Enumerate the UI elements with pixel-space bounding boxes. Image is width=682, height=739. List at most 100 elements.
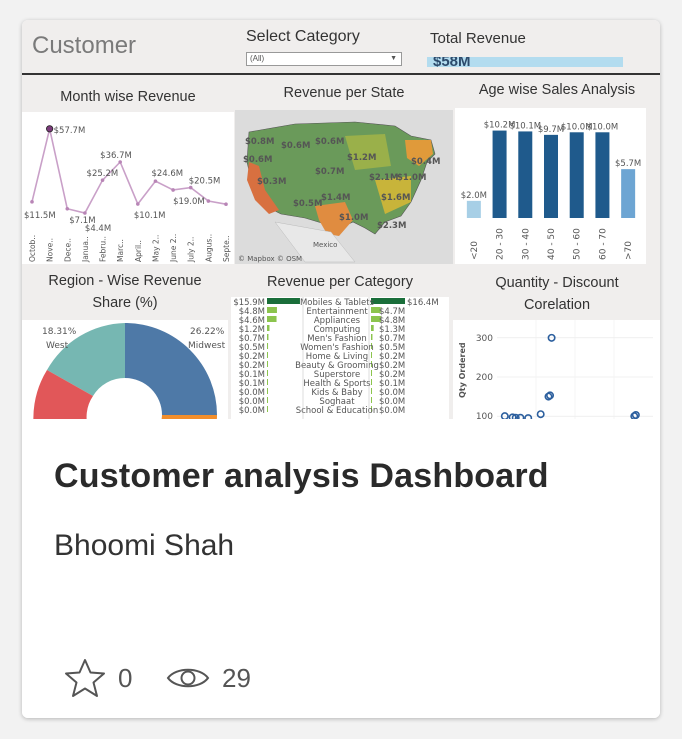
- month-tick-label: Dece..: [63, 238, 72, 262]
- age-tick-label: 60 - 70: [598, 228, 608, 260]
- month-point: [30, 200, 34, 204]
- month-tick-label: Augus..: [204, 234, 213, 262]
- month-tick-label: April..: [134, 240, 143, 262]
- state-value-label: $0.7M: [315, 167, 344, 177]
- state-revenue-title: Revenue per State: [283, 85, 405, 101]
- qty-title-line2: Corelation: [523, 297, 591, 313]
- month-tick-label: June 2..: [169, 234, 178, 263]
- month-value-label: $11.5M: [24, 211, 56, 221]
- age-value-label: $2.0M: [461, 191, 487, 201]
- select-category-label: Select Category: [246, 28, 360, 45]
- state-value-label: $1.0M: [397, 173, 426, 183]
- category-dropdown-value: (All): [250, 54, 265, 63]
- category-value-right: $16.4M: [407, 298, 439, 308]
- age-value-label: $10.0M: [587, 122, 619, 132]
- state-revenue-map: $0.8M $0.6M $0.6M$0.6M $1.2M $0.4M$0.3M$0.7M…: [235, 110, 453, 264]
- category-bar-right: [371, 352, 372, 358]
- month-point: [65, 206, 70, 211]
- dropdown-arrow-icon: ▼: [390, 55, 397, 62]
- views-count: 29: [222, 662, 251, 693]
- month-tick-label: Janua..: [81, 236, 90, 263]
- category-bar-left: [267, 343, 269, 349]
- month-tick-label: May 2..: [151, 235, 160, 262]
- age-bar: [569, 132, 584, 218]
- category-bar-left: [267, 361, 268, 367]
- state-value-label: $2.3M: [377, 221, 406, 231]
- midwest-percent-label: 26.22%: [190, 327, 225, 337]
- category-bar-right: [371, 388, 372, 394]
- month-value-label: $57.7M: [54, 126, 86, 136]
- month-point: [46, 125, 54, 133]
- age-tick-label: 40 - 50: [547, 228, 557, 260]
- midwest-label: Midwest: [188, 341, 226, 351]
- category-bar-left: [267, 298, 300, 304]
- age-bar: [544, 134, 558, 218]
- month-value-label: $10.1M: [134, 211, 166, 221]
- month-value-label: $24.6M: [151, 169, 183, 179]
- dashboard-thumbnail[interactable]: Customer Select Category (All) ▼ Total Re…: [22, 20, 660, 419]
- category-value-right: $0.0M: [379, 406, 405, 416]
- category-bar-right: [371, 325, 374, 331]
- age-bar: [621, 169, 636, 218]
- state-value-label: $0.4M: [411, 157, 440, 167]
- age-bar: [492, 130, 507, 218]
- region-title-line2: Share (%): [92, 295, 158, 311]
- header-divider: [22, 73, 660, 75]
- category-bar-left: [267, 316, 277, 322]
- month-point: [153, 179, 158, 183]
- age-tick-label: 50 - 60: [573, 228, 583, 260]
- qty-tick-label: 300: [476, 334, 493, 344]
- category-bar-left: [267, 406, 268, 412]
- category-bar-left: [267, 370, 268, 376]
- category-bar-right: [371, 298, 405, 304]
- category-value-left: $0.0M: [239, 406, 265, 416]
- month-point: [224, 202, 228, 206]
- state-value-label: $1.0M: [339, 213, 368, 223]
- category-dropdown: (All) ▼: [246, 52, 402, 66]
- age-bar: [595, 132, 610, 218]
- category-bar-left: [267, 325, 270, 331]
- month-value-label: $36.7M: [100, 151, 132, 161]
- month-revenue-title: Month wise Revenue: [60, 89, 196, 105]
- category-bar-left: [267, 397, 268, 403]
- state-value-label: $0.5M: [293, 199, 322, 209]
- category-bar-left: [267, 379, 268, 385]
- state-value-label: $2.1M: [369, 173, 398, 183]
- age-value-label: $10.1M: [509, 121, 541, 131]
- month-tick-label: Nove..: [46, 238, 55, 262]
- west-percent-label: 18.31%: [42, 327, 77, 337]
- age-tick-label: >70: [624, 241, 634, 260]
- age-sales-title: Age wise Sales Analysis: [478, 82, 636, 98]
- map-place-mexico: Mexico: [313, 241, 337, 249]
- card-meta: Customer analysis Dashboard Bhoomi Shah …: [22, 419, 660, 718]
- category-bar-right: [371, 334, 373, 340]
- state-value-label: $0.3M: [257, 177, 286, 187]
- qty-tick-label: 200: [476, 373, 493, 383]
- state-value-label: $0.6M: [243, 155, 272, 165]
- category-bar-left: [267, 352, 268, 358]
- category-bar-right: [371, 370, 372, 376]
- category-bar-right: [371, 379, 372, 385]
- month-tick-label: July 2..: [187, 237, 196, 263]
- month-tick-label: Septe..: [222, 236, 231, 262]
- month-point: [171, 188, 175, 192]
- qty-tick-label: 100: [476, 412, 493, 419]
- age-value-label: $5.7M: [615, 159, 641, 169]
- viz-title[interactable]: Customer analysis Dashboard: [54, 457, 549, 496]
- state-value-label: $0.6M: [315, 137, 344, 147]
- age-tick-label: <20: [470, 241, 480, 260]
- state-value-label: $1.6M: [381, 193, 410, 203]
- favorite-button[interactable]: 0: [64, 659, 132, 697]
- month-value-label: $20.5M: [189, 177, 221, 187]
- region-share-title: Region - Wise Revenue Share (%): [22, 270, 228, 314]
- month-revenue-chart: $11.5M$57.7M$7.1M$4.4M$25.2M$36.7M$10.1M…: [22, 112, 234, 264]
- total-revenue-bar: $58M: [427, 57, 623, 67]
- month-point: [83, 211, 87, 215]
- qty-axis-label: Qty Ordered: [458, 342, 467, 398]
- west-label: West: [46, 341, 69, 351]
- viz-card[interactable]: Customer Select Category (All) ▼ Total Re…: [22, 20, 660, 718]
- month-value-label: $25.2M: [87, 169, 119, 179]
- category-revenue-title: Revenue per Category: [267, 274, 413, 290]
- author-name[interactable]: Bhoomi Shah: [54, 529, 234, 563]
- state-value-label: $1.4M: [321, 193, 350, 203]
